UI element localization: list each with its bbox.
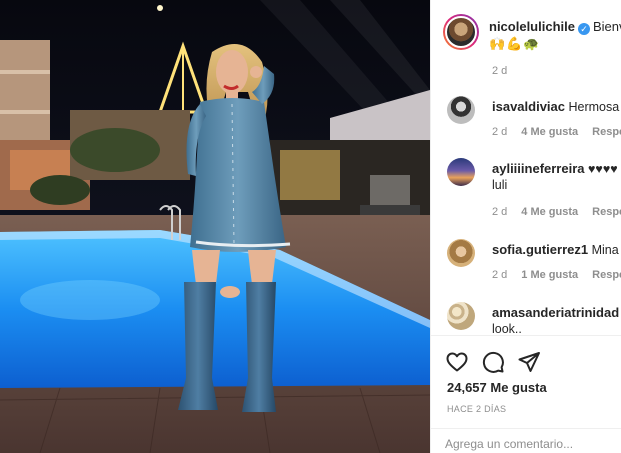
photo-scene: [0, 0, 430, 453]
comment-time[interactable]: 2 d: [492, 126, 507, 138]
comment-text: ayliiiineferreira ♥♥♥♥ luli: [492, 161, 621, 193]
reply-button[interactable]: Respo: [592, 126, 621, 138]
comment-likes[interactable]: 4 Me gusta: [521, 206, 578, 218]
reply-button[interactable]: Respo: [592, 269, 621, 281]
commenter-username[interactable]: isavaldiviac: [492, 99, 565, 114]
comment-body-continued: luli: [492, 178, 508, 192]
commenter-username[interactable]: ayliiiineferreira: [492, 161, 585, 176]
comment-item: isavaldiviac Hermosa lu 2 d 4 Me gusta Res…: [431, 96, 621, 158]
commenter-username[interactable]: sofia.gutierrez1: [492, 242, 588, 257]
commenter-avatar[interactable]: [447, 302, 475, 330]
comment-body-continued: look..: [492, 322, 522, 336]
verified-badge-icon: ✓: [577, 23, 590, 35]
commenter-avatar[interactable]: [447, 239, 475, 267]
comment-text: sofia.gutierrez1 Mina: [492, 242, 621, 258]
post-photo[interactable]: [0, 0, 430, 453]
post-side-panel: nicolelulichile✓Bienve 🙌💪🐢 2 d isavaldiv…: [430, 0, 621, 453]
comment-text: isavaldiviac Hermosa lu: [492, 99, 621, 115]
comment-meta: 2 d 4 Me gusta Respo: [492, 206, 621, 218]
comment-text: amasanderiatrinidad Q look..: [492, 305, 621, 337]
heart-icon[interactable]: [445, 350, 469, 374]
comment-input[interactable]: [445, 437, 615, 451]
post-date[interactable]: HACE 2 DÍAS: [447, 404, 506, 414]
commenter-username[interactable]: amasanderiatrinidad: [492, 305, 619, 320]
paper-plane-icon[interactable]: [517, 350, 541, 374]
comment-time[interactable]: 2 d: [492, 269, 507, 281]
author-username[interactable]: nicolelulichile: [489, 19, 575, 34]
commenter-avatar[interactable]: [447, 158, 475, 186]
caption-line: nicolelulichile✓Bienve: [489, 19, 621, 35]
add-comment-bar: [431, 428, 621, 453]
caption-emojis: 🙌💪🐢: [489, 36, 541, 51]
likes-count[interactable]: 24,657 Me gusta: [447, 380, 547, 395]
comment-meta: 2 d 1 Me gusta Respo: [492, 269, 621, 281]
caption-time[interactable]: 2 d: [492, 65, 507, 77]
caption-text: Bienve: [592, 19, 621, 34]
comment-likes[interactable]: 4 Me gusta: [521, 126, 578, 138]
comment-time[interactable]: 2 d: [492, 206, 507, 218]
post-caption: nicolelulichile✓Bienve 🙌💪🐢 2 d: [431, 0, 621, 88]
comment-body: ♥♥♥♥: [587, 162, 618, 176]
comment-body: Hermosa lu: [568, 100, 621, 114]
post-actions: 24,657 Me gusta HACE 2 DÍAS: [431, 335, 621, 453]
comment-item: sofia.gutierrez1 Mina 2 d 1 Me gusta Respo: [431, 239, 621, 301]
author-avatar[interactable]: [443, 14, 479, 50]
commenter-avatar[interactable]: [447, 96, 475, 124]
comment-likes[interactable]: 1 Me gusta: [521, 269, 578, 281]
comment-meta: 2 d 4 Me gusta Respo: [492, 126, 621, 138]
comment-bubble-icon[interactable]: [481, 350, 505, 374]
comment-item: ayliiiineferreira ♥♥♥♥ luli 2 d 4 Me gust…: [431, 158, 621, 220]
comment-body: Mina: [591, 243, 619, 257]
reply-button[interactable]: Respo: [592, 206, 621, 218]
